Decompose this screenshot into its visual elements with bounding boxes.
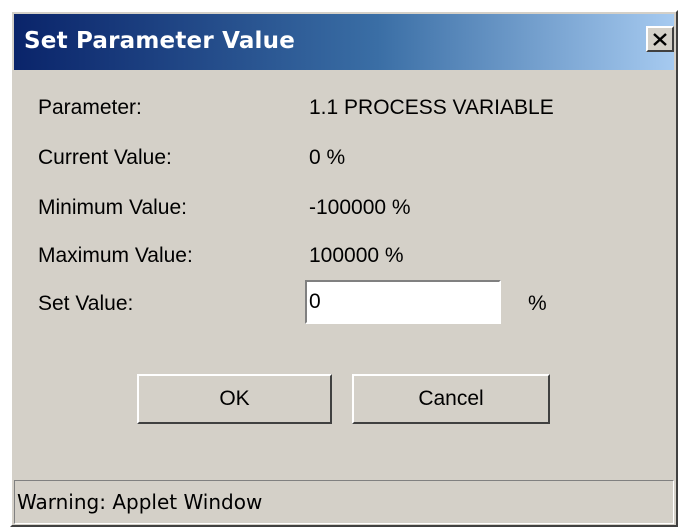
current-value-value: 0 %: [309, 146, 346, 169]
set-value-input[interactable]: [305, 280, 501, 324]
maximum-value-label: Maximum Value:: [38, 244, 193, 267]
applet-warning-bar: Warning: Applet Window: [14, 480, 674, 524]
close-icon: [653, 32, 667, 46]
set-value-unit: %: [528, 292, 547, 315]
dialog-window: Set Parameter Value Parameter: 1.1 PROCE…: [10, 10, 678, 527]
applet-warning-text: Warning: Applet Window: [17, 490, 263, 514]
ok-button[interactable]: OK: [137, 374, 332, 424]
close-button[interactable]: [646, 26, 674, 52]
set-value-label: Set Value:: [38, 292, 134, 315]
minimum-value-value: -100000 %: [309, 196, 411, 219]
maximum-value-value: 100000 %: [309, 244, 404, 267]
minimum-value-label: Minimum Value:: [38, 196, 187, 219]
window-title: Set Parameter Value: [24, 28, 296, 54]
parameter-label: Parameter:: [38, 96, 142, 119]
parameter-value: 1.1 PROCESS VARIABLE: [309, 96, 554, 119]
cancel-button[interactable]: Cancel: [352, 374, 550, 424]
title-bar[interactable]: Set Parameter Value: [14, 14, 674, 70]
current-value-label: Current Value:: [38, 146, 172, 169]
